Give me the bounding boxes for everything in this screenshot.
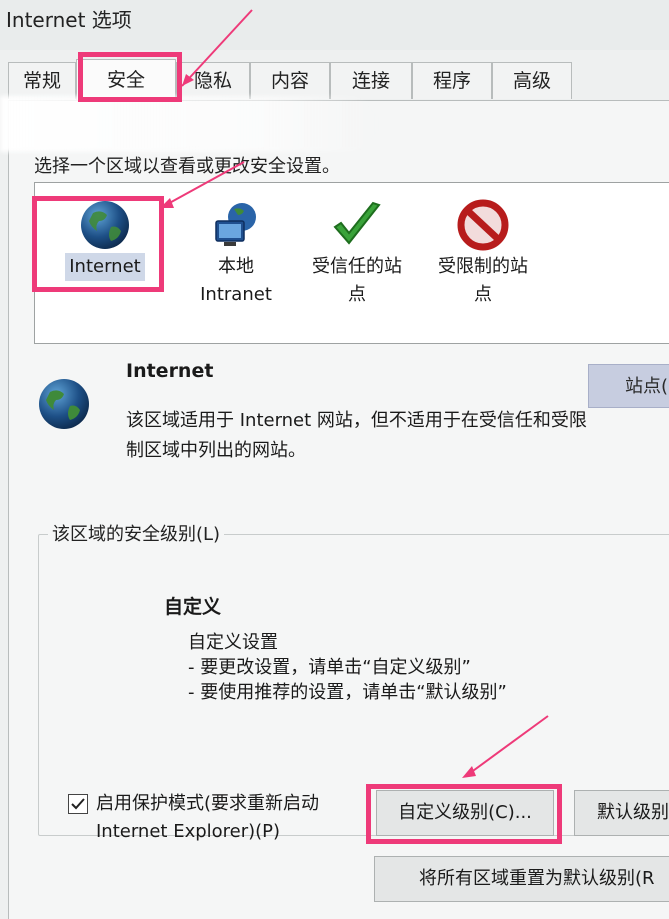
zone-info-name: Internet [126, 360, 214, 382]
protected-mode-label-2: Internet Explorer)(P) [96, 821, 281, 842]
highlight-security-tab [78, 52, 182, 102]
level-line-3: - 要使用推荐的设置，请单击“默认级别” [188, 682, 507, 703]
zone-prompt-text: 选择一个区域以查看或更改安全设置。 [34, 156, 340, 177]
no-entry-icon [457, 199, 509, 251]
zone-restricted-sites[interactable]: 受限制的站 点 [423, 199, 543, 309]
tab-programs[interactable]: 程序 [412, 62, 492, 99]
protected-mode-checkbox[interactable] [68, 794, 88, 814]
protected-mode-label-1: 启用保护模式(要求重新启动 [96, 793, 320, 814]
green-check-icon [333, 201, 381, 245]
reset-all-zones-button[interactable]: 将所有区域重置为默认级别(R [374, 856, 669, 902]
local-intranet-icon [215, 203, 256, 246]
tab-connections[interactable]: 连接 [330, 62, 412, 99]
screen-glare [0, 96, 380, 152]
tab-content[interactable]: 内容 [250, 62, 330, 99]
title-bar: Internet 选项 [0, 0, 669, 50]
zone-trusted-sites-label-2: 点 [348, 284, 366, 305]
zone-local-intranet[interactable]: 本地 Intranet [181, 199, 291, 309]
zone-restricted-sites-label-2: 点 [474, 284, 492, 305]
globe-icon [39, 379, 89, 429]
highlight-internet-zone [32, 196, 164, 292]
level-line-2: - 要更改设置，请单击“自定义级别” [188, 657, 471, 678]
zone-local-intranet-label-1: 本地 [218, 256, 254, 277]
zone-local-intranet-label-2: Intranet [200, 284, 272, 305]
sites-button[interactable]: 站点( [588, 364, 669, 408]
zone-info-description: 该区域适用于 Internet 网站，但不适用于在受信任和受限制区域中列出的网站… [126, 410, 587, 461]
tab-general[interactable]: 常规 [8, 62, 76, 99]
zone-trusted-sites-label-1: 受信任的站 [312, 256, 402, 277]
highlight-custom-level [366, 784, 562, 844]
security-level-legend: 该区域的安全级别(L) [48, 520, 225, 546]
tab-privacy[interactable]: 隐私 [176, 62, 250, 99]
window-title: Internet 选项 [6, 8, 132, 32]
tab-advanced[interactable]: 高级 [492, 62, 572, 99]
default-level-button[interactable]: 默认级别 [574, 790, 669, 836]
security-level-description: 自定义设置 - 要更改设置，请单击“自定义级别” - 要使用推荐的设置，请单击“… [188, 630, 507, 705]
level-line-1: 自定义设置 [188, 632, 278, 653]
check-icon [71, 798, 85, 810]
zone-restricted-sites-label-1: 受限制的站 [438, 256, 528, 277]
security-level-name: 自定义 [164, 596, 222, 618]
zone-trusted-sites[interactable]: 受信任的站 点 [297, 199, 417, 309]
